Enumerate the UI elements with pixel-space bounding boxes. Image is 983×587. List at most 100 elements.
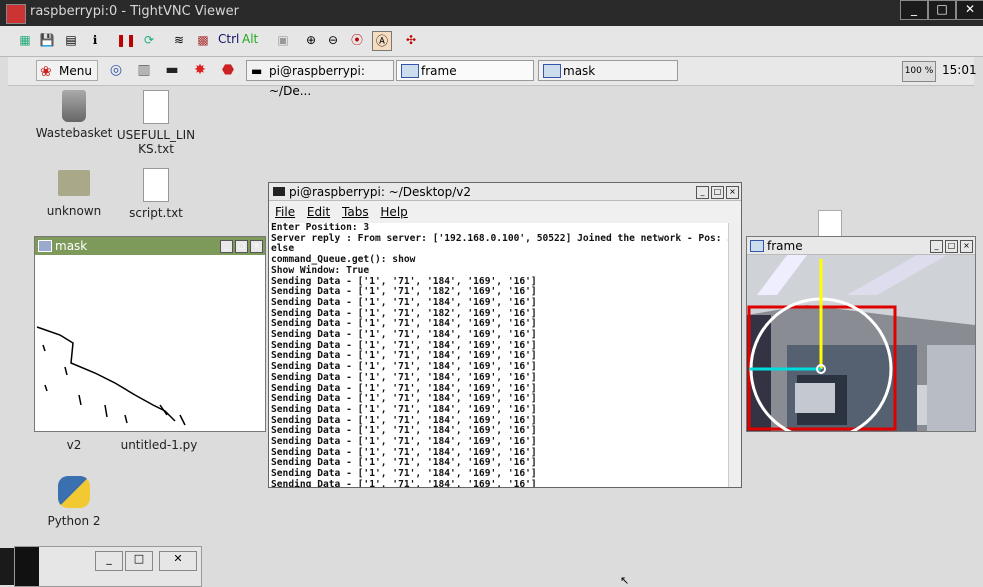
pause-icon[interactable]: ❚❚ (116, 31, 136, 49)
mouse-cursor-icon: ↖ (620, 574, 630, 587)
icon-label: Python 2 (47, 514, 101, 528)
terminal-line: Sending Data - ['1', '71', '184', '169',… (271, 478, 537, 487)
frame-title: frame (767, 239, 803, 253)
close-button[interactable]: × (726, 186, 739, 199)
desktop-icon-untitled[interactable]: untitled-1.py (116, 438, 202, 452)
maximize-button[interactable]: □ (711, 186, 724, 199)
menu-help[interactable]: Help (380, 205, 407, 219)
menu-edit[interactable]: Edit (307, 205, 330, 219)
icon-label: USEFULL_LIN KS.txt (116, 128, 196, 156)
clipboard-icon[interactable]: ▣ (274, 31, 292, 49)
terminal-scrollbar[interactable] (728, 223, 741, 487)
icon-label: unknown (46, 204, 102, 218)
icon-label: Wastebasket (35, 126, 113, 140)
zoom-auto-icon[interactable]: Ⓐ (372, 31, 392, 51)
window-icon (750, 240, 764, 252)
window-icon (401, 64, 419, 78)
menu-button[interactable]: ❀ Menu (36, 60, 98, 81)
minimize-button[interactable]: _ (696, 186, 709, 199)
maximize-button[interactable]: □ (125, 551, 153, 571)
browser-icon[interactable]: ◎ (106, 60, 126, 80)
task-terminal-label: pi@raspberrypi: ~/De... (269, 64, 365, 98)
send-keys-icon[interactable]: ≋ (170, 31, 188, 49)
task-frame-label: frame (421, 64, 457, 78)
vnc-toolbar: ▦ 💾 ▤ ℹ ❚❚ ⟳ ≋ ▩ Ctrl Alt ▣ ⊕ ⊖ ⦿ Ⓐ ✣ (0, 26, 983, 57)
terminal-window: pi@raspberrypi: ~/Desktop/v2 _ □ × File … (268, 182, 742, 488)
desktop-icon-usefull-links[interactable]: USEFULL_LIN KS.txt (116, 90, 196, 156)
lxde-taskbar: ❀ Menu ◎ ▥ ▬ ✸ ⬣ ▬ pi@raspberrypi: ~/De.… (8, 57, 977, 98)
icon-label: untitled-1.py (120, 438, 198, 452)
zoom-100-icon[interactable]: ⦿ (348, 31, 366, 49)
refresh-icon[interactable]: ⟳ (140, 31, 158, 49)
left-edge-panel (0, 548, 14, 585)
mask-title-bar[interactable]: mask _ □ × (35, 237, 265, 255)
desktop-icon-python2[interactable]: Python 2 (34, 476, 114, 528)
icon-label: v2 (66, 438, 82, 452)
terminal-line: Show Window: True (271, 264, 370, 276)
task-mask[interactable]: mask (538, 60, 678, 81)
wastebasket-icon (62, 90, 86, 122)
minimize-button[interactable]: _ (900, 0, 928, 20)
terminal-icon (273, 187, 285, 196)
desktop-icon-unknown[interactable]: unknown (34, 170, 114, 218)
close-button[interactable]: × (960, 240, 973, 253)
camera-frame-image (747, 255, 975, 431)
terminal-title: pi@raspberrypi: ~/Desktop/v2 (289, 185, 472, 199)
terminal-menubar: File Edit Tabs Help (269, 201, 741, 223)
terminal-line: Sending Data - ['1', '71', '184', '169',… (271, 371, 537, 383)
text-file-icon (143, 168, 169, 202)
options-icon[interactable]: ▤ (62, 31, 80, 49)
minimize-button[interactable]: _ (930, 240, 943, 253)
info-icon[interactable]: ℹ (86, 31, 104, 49)
task-frame[interactable]: frame (396, 60, 534, 81)
close-button[interactable]: × (250, 240, 263, 253)
minimize-button[interactable]: _ (220, 240, 233, 253)
vnc-title-bar: raspberrypi:0 - TightVNC Viewer _ □ ✕ (0, 0, 983, 26)
raspberry-icon: ❀ (40, 64, 52, 80)
math-icon[interactable]: ✸ (190, 60, 210, 80)
ctrl-alt-del-icon[interactable]: ▩ (194, 31, 212, 49)
menu-label: Menu (59, 64, 92, 78)
text-file-icon (143, 90, 169, 124)
fullscreen-icon[interactable]: ✣ (402, 31, 420, 49)
task-mask-label: mask (563, 64, 596, 78)
terminal-title-bar[interactable]: pi@raspberrypi: ~/Desktop/v2 _ □ × (269, 183, 741, 201)
frame-title-bar[interactable]: frame _ □ × (747, 237, 975, 255)
desktop-icon-script[interactable]: script.txt (116, 168, 196, 220)
zoom-out-icon[interactable]: ⊖ (324, 31, 342, 49)
alt-key-button[interactable]: Alt (242, 32, 258, 46)
mask-window: mask _ □ × (34, 236, 266, 432)
close-button[interactable]: ✕ (956, 0, 983, 20)
bottom-window: _ □ ✕ (14, 546, 202, 587)
desktop-icon-wastebasket[interactable]: Wastebasket (34, 90, 114, 140)
wolfram-icon[interactable]: ⬣ (218, 60, 238, 80)
file-manager-icon[interactable]: ▥ (134, 60, 154, 80)
save-icon[interactable]: 💾 (38, 31, 56, 49)
zoom-in-icon[interactable]: ⊕ (302, 31, 320, 49)
icon-label: script.txt (129, 206, 183, 220)
terminal-output[interactable]: Enter Position: 3 Server reply : From ser… (269, 223, 731, 487)
terminal-line: Server reply : From server: ['192.168.0.… (271, 232, 731, 244)
python-icon (58, 476, 90, 508)
vnc-app-icon (6, 4, 26, 24)
desktop-icon-v2[interactable]: v2 (34, 438, 114, 452)
folder-icon (58, 170, 90, 196)
maximize-button[interactable]: □ (945, 240, 958, 253)
window-icon (543, 64, 561, 78)
cpu-monitor: 100 % (902, 61, 936, 82)
menu-tabs[interactable]: Tabs (342, 205, 369, 219)
minimize-button[interactable]: _ (95, 551, 123, 571)
maximize-button[interactable]: □ (235, 240, 248, 253)
close-button[interactable]: ✕ (159, 551, 197, 571)
vnc-window-title: raspberrypi:0 - TightVNC Viewer (30, 4, 239, 19)
ctrl-key-button[interactable]: Ctrl (218, 32, 239, 46)
terminal-icon: ▬ (251, 64, 263, 78)
menu-file[interactable]: File (275, 205, 295, 219)
maximize-button[interactable]: □ (928, 0, 956, 20)
mask-title: mask (55, 239, 88, 253)
task-terminal[interactable]: ▬ pi@raspberrypi: ~/De... (246, 60, 394, 98)
window-icon (15, 547, 39, 586)
clock: 15:01 (942, 63, 977, 77)
mask-image (35, 255, 265, 431)
terminal-launch-icon[interactable]: ▬ (162, 60, 182, 80)
